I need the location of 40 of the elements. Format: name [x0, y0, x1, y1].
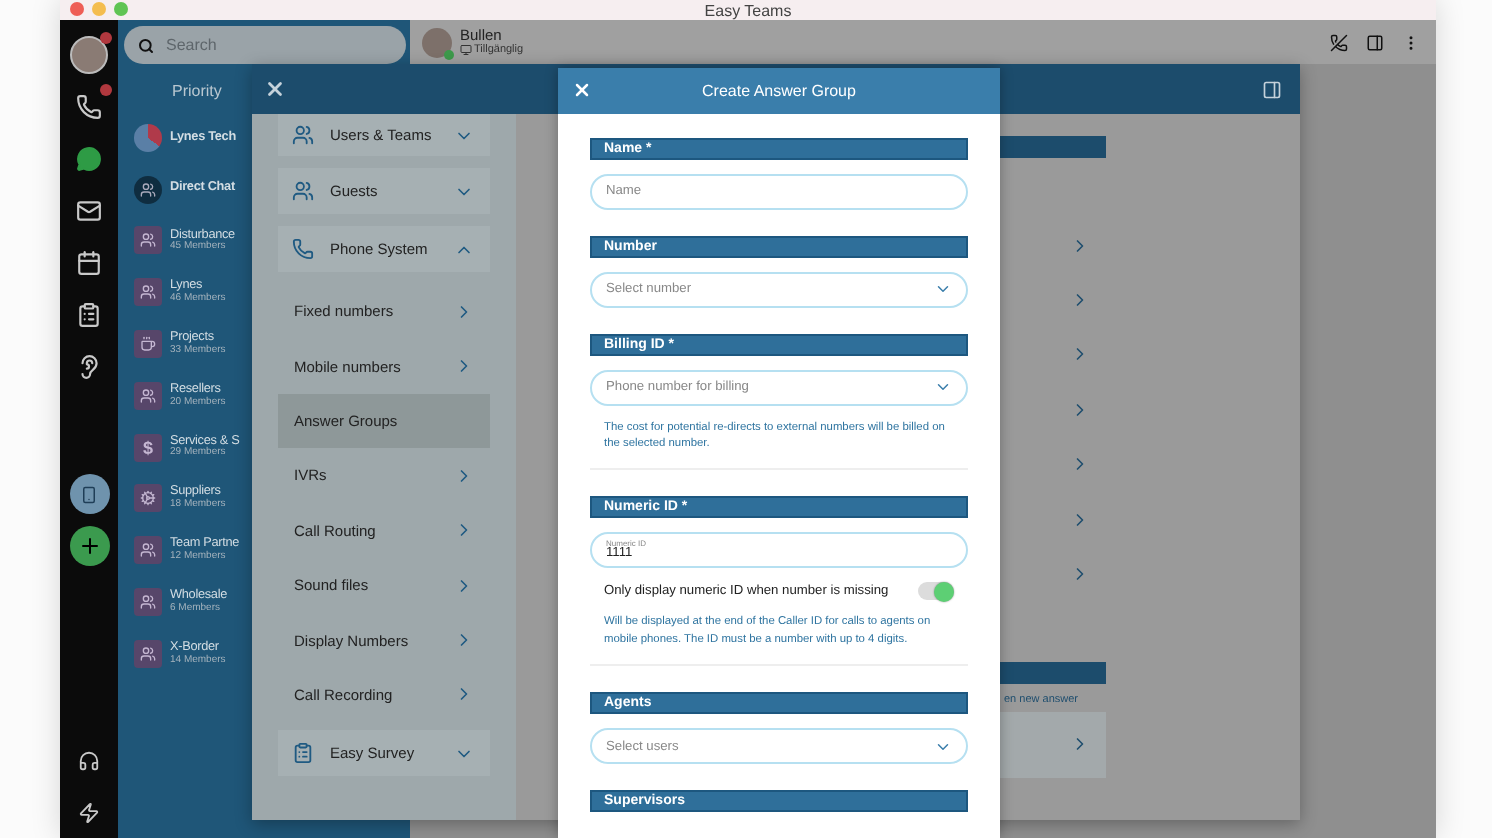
panel-icon[interactable] [1366, 33, 1384, 51]
group-icon [134, 278, 162, 307]
close-icon[interactable] [572, 80, 592, 101]
gear-icon [134, 484, 162, 513]
add-button[interactable] [69, 526, 109, 566]
group-icon [134, 588, 162, 617]
cup-icon [134, 330, 162, 359]
phone-icon [292, 238, 314, 260]
users-icon [292, 124, 314, 146]
calendar-icon[interactable] [76, 249, 102, 275]
toggle-switch[interactable] [918, 582, 954, 601]
group-icon [134, 381, 162, 410]
clipboard-icon [292, 742, 314, 765]
mail-icon[interactable] [76, 197, 102, 223]
window-title: Easy Teams [704, 1, 792, 19]
logo-icon [134, 123, 162, 152]
headset-icon[interactable] [78, 749, 100, 771]
plus-icon [77, 534, 101, 558]
smartphone-icon [80, 485, 98, 503]
group-icon [134, 175, 162, 204]
close-window-button[interactable] [70, 2, 84, 16]
phone-icon[interactable] [76, 93, 102, 119]
clipboard-icon[interactable] [76, 301, 102, 327]
group-icon [134, 226, 162, 255]
avatar [422, 27, 452, 57]
dialog-title: Create Answer Group [700, 81, 858, 100]
users-icon [292, 180, 314, 202]
search-icon [138, 37, 154, 53]
close-icon[interactable] [264, 78, 286, 100]
bolt-icon[interactable] [78, 801, 100, 823]
avatar [70, 35, 108, 73]
device-button[interactable] [69, 474, 109, 514]
ear-icon[interactable] [76, 353, 102, 379]
hang-up-icon[interactable] [1330, 33, 1348, 51]
chat-icon[interactable] [76, 145, 102, 171]
monitor-icon [460, 44, 472, 57]
section-heading: Priority [172, 82, 222, 100]
dollar-icon: $ [134, 433, 162, 462]
group-icon [134, 536, 162, 565]
group-icon [134, 639, 162, 668]
